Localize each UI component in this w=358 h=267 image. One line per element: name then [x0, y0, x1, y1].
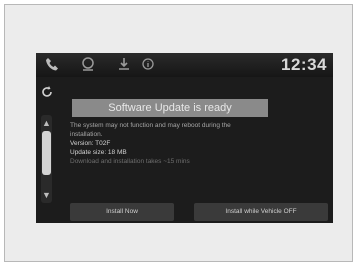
update-dialog: Software Update is ready The system may … [66, 99, 328, 197]
status-bar: 12:34 [36, 53, 333, 77]
dialog-body: The system may not function and may rebo… [70, 121, 322, 166]
info-icon[interactable] [140, 56, 156, 72]
message-line: The system may not function and may rebo… [70, 122, 231, 129]
scroll-thumb[interactable] [42, 131, 51, 175]
image-frame: 12:34 ▲ ▼ Software Update is ready The s… [4, 4, 353, 262]
scroll-up-icon[interactable]: ▲ [41, 117, 52, 129]
update-size-text: Update size: 18 MB [70, 149, 127, 156]
version-text: Version: T02F [70, 140, 111, 147]
phone-icon[interactable] [44, 56, 60, 72]
navigation-icon[interactable] [80, 56, 96, 72]
clock: 12:34 [281, 55, 327, 74]
scrollbar[interactable]: ▲ ▼ [41, 115, 52, 203]
message-line: installation. [70, 131, 103, 138]
scroll-down-icon[interactable]: ▼ [41, 189, 52, 201]
dialog-title: Software Update is ready [72, 99, 268, 117]
refresh-icon[interactable] [40, 85, 54, 99]
note-text: Download and installation takes ~15 mins [70, 158, 190, 165]
infotainment-screen: 12:34 ▲ ▼ Software Update is ready The s… [36, 53, 333, 223]
install-now-button[interactable]: Install Now [70, 203, 174, 221]
sidebar: ▲ ▼ [36, 77, 60, 223]
install-while-off-button[interactable]: Install while Vehicle OFF [194, 203, 328, 221]
button-bar: Install Now Install while Vehicle OFF [36, 203, 333, 223]
download-icon[interactable] [116, 56, 132, 72]
